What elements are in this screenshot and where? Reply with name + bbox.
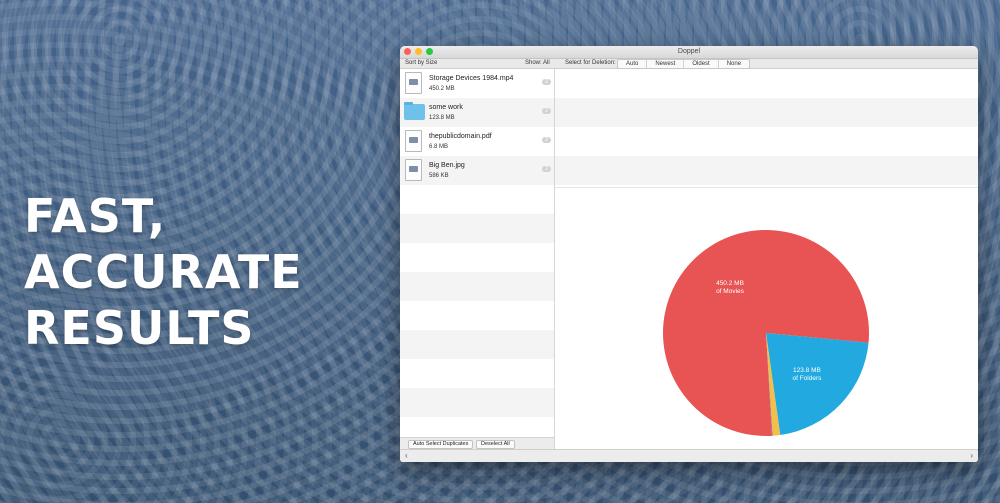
app-window: Doppel Sort by Size Show: All Select for… xyxy=(400,46,978,462)
image-file-icon xyxy=(405,159,422,181)
duplicate-count-badge: 2 xyxy=(542,79,551,85)
content-area: Storage Devices 1984.mp4 450.2 MB 2 some… xyxy=(400,69,978,450)
headline-line-1: FAST, xyxy=(24,189,167,243)
size-pie-chart: 450.2 MB of Movies 123.8 MB of Folders xyxy=(663,230,869,436)
pie-slice-1 xyxy=(766,333,869,436)
scroll-left-arrow-icon[interactable]: ‹ xyxy=(405,451,408,460)
show-filter-menu[interactable]: Show: All xyxy=(525,60,550,66)
pane-divider xyxy=(555,187,978,188)
list-item[interactable]: Storage Devices 1984.mp4 450.2 MB 2 xyxy=(400,69,554,98)
option-auto[interactable]: Auto xyxy=(618,60,648,68)
empty-row xyxy=(400,214,554,243)
option-newest[interactable]: Newest xyxy=(647,60,685,68)
empty-row xyxy=(400,243,554,272)
selection-segmented-control: Auto Newest Oldest None xyxy=(617,59,751,69)
pie-label-0: 450.2 MB of Movies xyxy=(716,280,745,295)
toolbar: Sort by Size Show: All Select for Deleti… xyxy=(400,59,978,69)
duplicates-list[interactable]: Storage Devices 1984.mp4 450.2 MB 2 some… xyxy=(400,69,554,438)
headline-line-3: RESULTS xyxy=(24,301,255,355)
detail-row xyxy=(555,127,978,156)
duplicates-list-pane: Storage Devices 1984.mp4 450.2 MB 2 some… xyxy=(400,69,555,450)
empty-row xyxy=(400,330,554,359)
scroll-right-arrow-icon[interactable]: › xyxy=(970,451,973,460)
option-none[interactable]: None xyxy=(719,60,749,68)
duplicate-count-badge: 2 xyxy=(542,137,551,143)
detail-pane: 450.2 MB of Movies 123.8 MB of Folders xyxy=(555,69,978,450)
select-for-deletion-label: Select for Deletion: xyxy=(565,60,616,66)
file-size: 6.8 MB xyxy=(429,144,449,150)
pie-label-1: 123.8 MB of Folders xyxy=(792,367,822,382)
empty-row xyxy=(400,359,554,388)
status-bar: ‹ › xyxy=(400,449,978,462)
video-file-icon xyxy=(405,72,422,94)
window-title: Doppel xyxy=(677,48,701,55)
file-size: 450.2 MB xyxy=(429,86,455,92)
empty-row xyxy=(400,417,554,438)
duplicate-count-badge: 2 xyxy=(542,166,551,172)
auto-select-duplicates-button[interactable]: Auto Select Duplicates xyxy=(408,440,474,449)
deselect-all-button[interactable]: Deselect All xyxy=(476,440,515,449)
file-name: some work xyxy=(429,104,463,111)
file-size: 123.8 MB xyxy=(429,115,455,121)
empty-row xyxy=(400,272,554,301)
title-bar[interactable]: Doppel xyxy=(400,46,978,59)
headline: FAST, ACCURATE RESULTS xyxy=(24,188,303,356)
sort-by-size-menu[interactable]: Sort by Size xyxy=(405,60,437,66)
file-name: Storage Devices 1984.mp4 xyxy=(429,75,514,82)
pdf-file-icon xyxy=(405,130,422,152)
duplicate-count-badge: 2 xyxy=(542,108,551,114)
file-name: Big Ben.jpg xyxy=(429,162,465,169)
list-item[interactable]: some work 123.8 MB 2 xyxy=(400,98,554,127)
list-item[interactable]: thepublicdomain.pdf 6.8 MB 2 xyxy=(400,127,554,156)
option-oldest[interactable]: Oldest xyxy=(684,60,719,68)
detail-row xyxy=(555,156,978,185)
list-item[interactable]: Big Ben.jpg 586 KB 2 xyxy=(400,156,554,185)
empty-row xyxy=(400,301,554,330)
file-size: 586 KB xyxy=(429,173,449,179)
file-name: thepublicdomain.pdf xyxy=(429,133,492,140)
detail-row xyxy=(555,69,978,98)
headline-line-2: ACCURATE xyxy=(24,245,303,299)
folder-icon xyxy=(404,102,425,120)
empty-row xyxy=(400,388,554,417)
detail-row xyxy=(555,98,978,127)
empty-row xyxy=(400,185,554,214)
